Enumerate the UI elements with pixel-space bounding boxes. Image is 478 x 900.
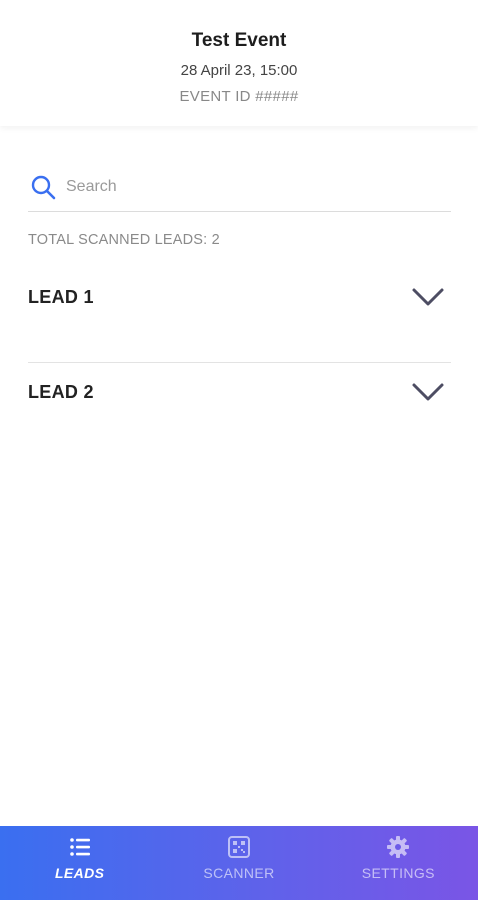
event-header: Test Event 28 April 23, 15:00 EVENT ID #… [0, 0, 478, 126]
nav-tab-scanner[interactable]: SCANNER [159, 826, 318, 900]
nav-tab-settings[interactable]: SETTINGS [319, 826, 478, 900]
qr-code-icon [227, 836, 250, 858]
nav-label-settings: SETTINGS [361, 865, 435, 881]
event-date: 28 April 23, 15:00 [180, 62, 298, 79]
lead-divider [28, 362, 451, 363]
total-scanned-leads: TOTAL SCANNED LEADS: 2 [28, 232, 220, 248]
event-id: EVENT ID ##### [179, 88, 299, 105]
chevron-down-icon[interactable] [411, 381, 445, 403]
bottom-navigation: LEADS SCANNER SETTINGS [0, 826, 478, 900]
gear-icon [387, 836, 410, 858]
chevron-down-icon[interactable] [411, 286, 445, 308]
nav-label-scanner: SCANNER [203, 865, 275, 881]
search-bar [28, 162, 451, 212]
nav-tab-leads[interactable]: LEADS [0, 826, 159, 900]
lead-item-1[interactable]: LEAD 1 [28, 277, 451, 317]
lead-label: LEAD 1 [28, 286, 94, 307]
search-input[interactable] [66, 177, 426, 196]
search-icon[interactable] [30, 174, 56, 200]
event-title: Test Event [191, 30, 287, 51]
lead-item-2[interactable]: LEAD 2 [28, 372, 451, 412]
lead-label: LEAD 2 [28, 381, 94, 402]
nav-label-leads: LEADS [54, 865, 105, 881]
list-icon [69, 838, 90, 856]
